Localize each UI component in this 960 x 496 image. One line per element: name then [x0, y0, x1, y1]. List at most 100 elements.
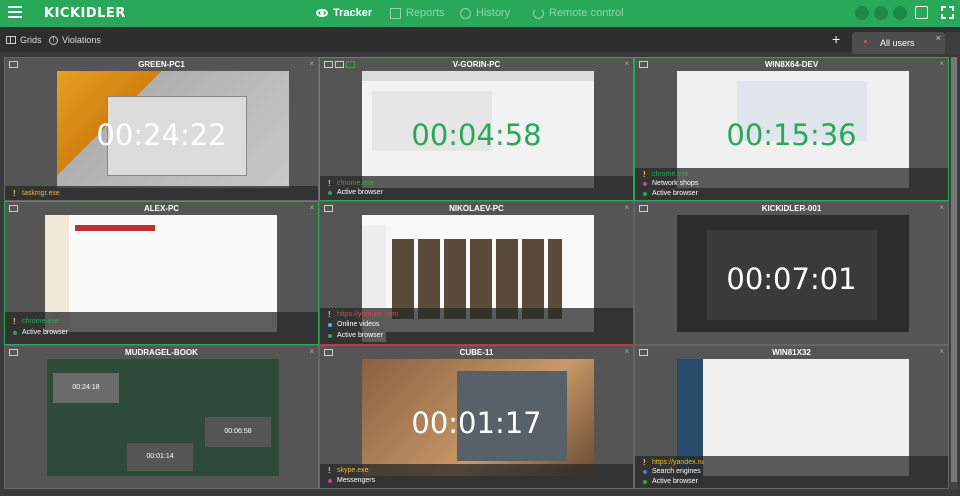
app-name: https://youtube.com [337, 311, 399, 318]
nav-history[interactable]: History [460, 7, 510, 19]
sub-timer: 00:06:58 [205, 417, 271, 447]
status-circle-1[interactable] [855, 6, 869, 20]
close-icon[interactable]: × [309, 347, 314, 356]
app-name: https://yandex.ru [652, 459, 704, 466]
info-row: ! chrome.exe [13, 317, 59, 326]
remote-icon [533, 7, 544, 19]
info-row: Active browser [13, 329, 68, 336]
status-circle-2[interactable] [874, 6, 888, 20]
tile-green-pc1[interactable]: GREEN-PC1 × 00:24:22 ! taskmgr.exe [4, 57, 319, 201]
toolbar: Grids ! Violations + [0, 27, 960, 52]
warning-icon: ! [13, 317, 16, 326]
grids-label: Grids [20, 35, 42, 45]
eye-icon [316, 9, 328, 17]
warning-icon: ! [643, 170, 646, 179]
nav-remote-label: Remote control [549, 7, 624, 19]
grids-button[interactable]: Grids [6, 35, 42, 45]
info-panel: ! chrome.exe Network shops Active browse… [635, 168, 948, 200]
nav-history-label: History [476, 7, 511, 19]
tile-cube-11[interactable]: CUBE-11 × 00:01:17 ! skype.exe Messenger… [319, 345, 634, 489]
idle-timer: 00:07:01 [726, 262, 857, 296]
info-row: ! chrome.exe [643, 170, 689, 179]
category-label: Active browser [337, 332, 383, 339]
category-label: Search engines [652, 468, 701, 475]
sub-timer: 00:24:18 [53, 373, 119, 403]
close-icon[interactable]: × [624, 203, 629, 212]
computer-name: ALEX-PC [143, 204, 180, 213]
violations-label: Violations [62, 35, 101, 45]
computer-name: MUDRAGEL-BOOK [125, 348, 198, 357]
vertical-scrollbar[interactable] [950, 57, 958, 489]
grid-icon [6, 36, 16, 44]
warning-icon: ! [328, 466, 331, 475]
horizontal-scrollbar[interactable] [4, 489, 950, 496]
fullscreen-icon[interactable] [941, 6, 954, 19]
category-label: Online videos [337, 321, 380, 328]
computer-name: V-GORIN-PC [452, 60, 501, 69]
category-dot [328, 322, 332, 327]
tile-kickidler-001[interactable]: KICKIDLER-001 × 00:07:01 [634, 201, 949, 345]
close-icon[interactable]: × [624, 59, 629, 68]
menu-icon[interactable] [8, 6, 22, 18]
report-icon [390, 7, 401, 19]
category-dot [328, 478, 332, 483]
warning-icon: ! [643, 458, 646, 467]
category-dot [643, 181, 647, 186]
info-panel: ! skype.exe Messengers [320, 464, 633, 488]
tile-mudragel-book[interactable]: MUDRAGEL-BOOK × 00:24:18 00:06:58 00:01:… [4, 345, 319, 489]
close-tab-icon[interactable]: × [936, 33, 941, 43]
nav-tracker-label: Tracker [333, 7, 373, 19]
computer-name: GREEN-PC1 [138, 60, 185, 69]
category-dot [643, 479, 647, 484]
tab-overflow [945, 32, 960, 54]
nav-reports[interactable]: Reports [390, 7, 445, 19]
category-label: Active browser [337, 189, 383, 196]
info-panel: ! chrome.exe Active browser [320, 176, 633, 200]
close-icon[interactable]: × [624, 347, 629, 356]
nav-reports-label: Reports [406, 7, 445, 19]
tile-alex-pc[interactable]: ALEX-PC × ! chrome.exe Active browser [4, 201, 319, 345]
info-row: ! taskmgr.exe [13, 189, 60, 198]
close-icon[interactable]: × [939, 59, 944, 68]
category-label: Network shops [652, 180, 699, 187]
violations-button[interactable]: ! Violations [49, 35, 101, 45]
category-label: Active browser [652, 478, 698, 485]
category-label: Messengers [337, 477, 376, 484]
add-window-icon[interactable] [915, 6, 928, 19]
tab-all-users[interactable]: All users × [852, 32, 945, 54]
category-dot [13, 330, 17, 335]
info-row: Active browser [643, 478, 698, 485]
app-name: chrome.exe [652, 171, 689, 178]
app-name: chrome.exe [337, 180, 374, 187]
info-row: Online videos [328, 321, 379, 328]
computer-name: KICKIDLER-001 [761, 204, 822, 213]
status-circle-3[interactable] [893, 6, 907, 20]
nav-remote-control[interactable]: Remote control [533, 7, 624, 19]
computer-name: WIN8X64-DEV [764, 60, 819, 69]
idle-timer: 00:01:17 [411, 406, 542, 440]
tile-win8x64-dev[interactable]: WIN8X64-DEV × 00:15:36 ! chrome.exe Netw… [634, 57, 949, 201]
info-panel: ! https://youtube.com Online videos Acti… [320, 308, 633, 344]
warning-icon: ! [13, 189, 16, 198]
tile-nikolaev-pc[interactable]: NIKOLAEV-PC × ! https://youtube.com Onli… [319, 201, 634, 345]
tile-v-gorin-pc[interactable]: V-GORIN-PC × 00:04:58 ! chrome.exe Activ… [319, 57, 634, 201]
info-row: ! skype.exe [328, 466, 369, 475]
close-icon[interactable]: × [939, 347, 944, 356]
category-dot [328, 190, 332, 195]
scrollbar-thumb[interactable] [951, 57, 957, 482]
close-icon[interactable]: × [309, 203, 314, 212]
category-label: Active browser [652, 190, 698, 197]
idle-timer: 00:04:58 [411, 118, 542, 152]
close-icon[interactable]: × [309, 59, 314, 68]
add-tab-button[interactable]: + [832, 31, 840, 47]
nav-tracker[interactable]: Tracker [316, 7, 372, 19]
category-dot [643, 191, 647, 196]
screen-grid: GREEN-PC1 × 00:24:22 ! taskmgr.exe V-GOR… [4, 57, 950, 489]
computer-name: WIN81X32 [772, 348, 811, 357]
warning-icon: ! [328, 310, 331, 319]
info-row: Active browser [643, 190, 698, 197]
idle-timer: 00:24:22 [96, 118, 227, 152]
tile-win81x32[interactable]: WIN81X32 × ! https://yandex.ru Search en… [634, 345, 949, 489]
computer-name: CUBE-11 [459, 348, 494, 357]
close-icon[interactable]: × [939, 203, 944, 212]
